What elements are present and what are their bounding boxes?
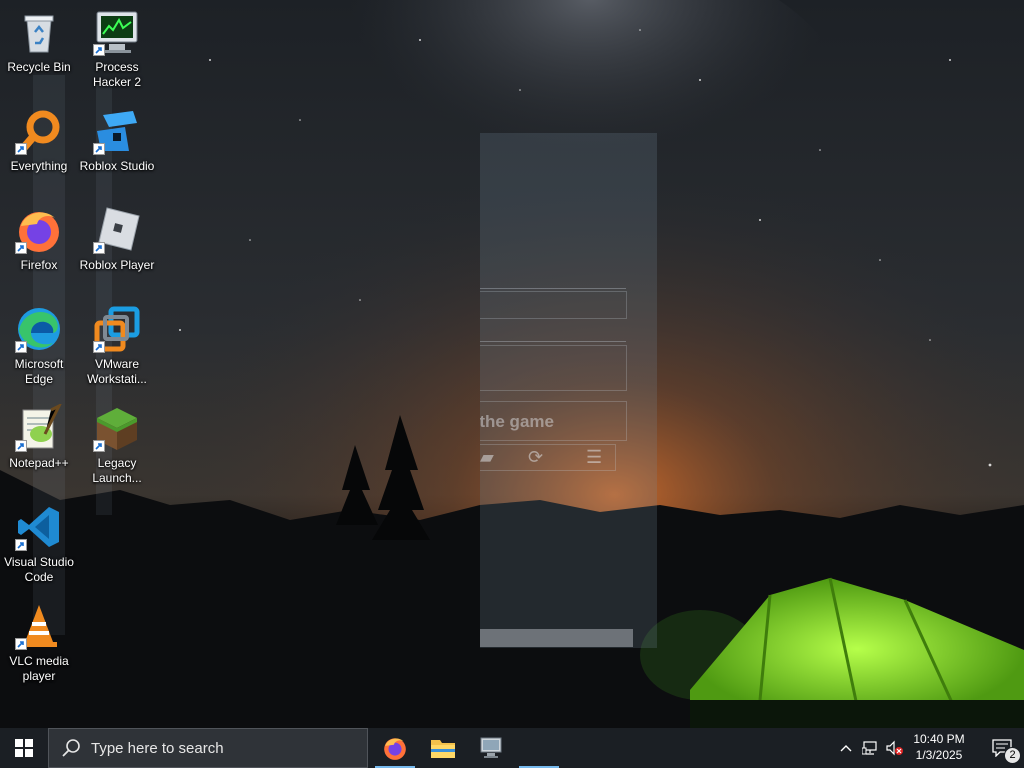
everything-search-icon: [15, 107, 63, 155]
primary-button-label: r the game: [480, 412, 554, 431]
windows-logo-icon: [15, 739, 33, 757]
refresh-icon[interactable]: ⟳: [528, 447, 543, 468]
desktop-icon-label: Roblox Player: [79, 258, 155, 272]
progress-bar: [480, 629, 633, 647]
desktop-icon-label: Visual Studio Code: [4, 555, 74, 584]
firefox-icon: [15, 206, 63, 254]
folder-icon[interactable]: ▰: [480, 447, 494, 468]
vlc-icon: [15, 602, 63, 650]
roblox-player-icon: [93, 206, 141, 254]
menu-icon[interactable]: ☰: [586, 447, 602, 468]
desktop-icon-vlc[interactable]: VLC media player: [0, 596, 79, 690]
input-field[interactable]: [480, 345, 627, 391]
desktop-icon-vscode[interactable]: Visual Studio Code: [0, 497, 79, 591]
search-input[interactable]: [89, 738, 353, 758]
divider: [480, 288, 626, 289]
volume-tray-button[interactable]: [884, 728, 906, 768]
taskbar: 10:40 PM 1/3/2025 2: [0, 728, 1024, 768]
search-icon: [62, 739, 80, 757]
taskbar-app-firefox[interactable]: [371, 728, 419, 768]
desktop-icon-label: Microsoft Edge: [14, 357, 64, 386]
desktop-icon-process-hacker[interactable]: Process Hacker 2: [77, 2, 157, 96]
show-hidden-icons-button[interactable]: [836, 728, 856, 768]
notepadpp-icon: [15, 404, 63, 452]
network-tray-button[interactable]: [860, 728, 882, 768]
shortcut-arrow-icon: [15, 341, 27, 353]
folder-icon: [431, 740, 455, 758]
desktop-icon-label: Process Hacker 2: [92, 60, 142, 89]
shortcut-arrow-icon: [93, 440, 105, 452]
desktop-icon-vmware[interactable]: VMware Workstati...: [77, 299, 157, 393]
process-hacker-icon: [93, 8, 141, 56]
desktop-icon-label: Firefox: [20, 258, 58, 272]
desktop-icon-label: Recycle Bin: [7, 60, 71, 74]
network-icon: [862, 741, 877, 755]
start-button[interactable]: [0, 728, 48, 768]
desktop-icon-label: Legacy Launch...: [92, 456, 142, 485]
shortcut-arrow-icon: [15, 638, 27, 650]
desktop-icon-microsoft-edge[interactable]: Microsoft Edge: [0, 299, 79, 393]
translucent-app-window[interactable]: r the game ▰ ⟳ ☰: [480, 133, 657, 648]
roblox-studio-icon: [93, 107, 141, 155]
desktop-icon-roblox-studio[interactable]: Roblox Studio: [77, 101, 157, 195]
shortcut-arrow-icon: [93, 143, 105, 155]
minecraft-grass-block-icon: [93, 404, 141, 452]
shortcut-arrow-icon: [15, 539, 27, 551]
divider: [480, 341, 626, 342]
monitor-app-icon: [480, 737, 502, 758]
desktop-icon-firefox[interactable]: Firefox: [0, 200, 79, 294]
desktop-icon-label: VMware Workstati...: [87, 357, 147, 386]
desktop-icon-notepadpp[interactable]: Notepad++: [0, 398, 79, 492]
edge-icon: [15, 305, 63, 353]
shortcut-arrow-icon: [93, 341, 105, 353]
volume-muted-icon: [886, 740, 903, 756]
taskbar-search-box[interactable]: [48, 728, 368, 768]
shortcut-arrow-icon: [93, 242, 105, 254]
desktop-icon-everything[interactable]: Everything: [0, 101, 79, 195]
desktop-icon-label: VLC media player: [9, 654, 69, 683]
desktop-icon-label: Everything: [10, 159, 68, 173]
shortcut-arrow-icon: [15, 242, 27, 254]
desktop-icon-roblox-player[interactable]: Roblox Player: [77, 200, 157, 294]
notification-count-badge: 2: [1004, 747, 1021, 764]
desktop-icon-recycle-bin[interactable]: Recycle Bin: [0, 2, 79, 96]
desktop-icon-label: Notepad++: [9, 456, 69, 470]
shortcut-arrow-icon: [15, 440, 27, 452]
chevron-up-icon: [840, 745, 852, 752]
desktop-icon-legacy-launcher[interactable]: Legacy Launch...: [77, 398, 157, 492]
toolbar: ▰ ⟳ ☰: [480, 444, 616, 471]
action-center-button[interactable]: 2: [980, 728, 1024, 768]
input-field[interactable]: [480, 291, 627, 319]
shortcut-arrow-icon: [15, 143, 27, 155]
recycle-bin-icon: [15, 8, 63, 56]
taskbar-app-file-explorer[interactable]: [419, 728, 467, 768]
vmware-icon: [93, 305, 141, 353]
desktop-icon-label: Roblox Studio: [79, 159, 155, 173]
taskbar-app-slot[interactable]: [515, 728, 563, 768]
vscode-icon: [15, 503, 63, 551]
taskbar-clock[interactable]: 10:40 PM 1/3/2025: [904, 731, 974, 763]
shortcut-arrow-icon: [93, 44, 105, 56]
clock-time: 10:40 PM: [913, 732, 965, 746]
firefox-icon: [384, 738, 406, 760]
clock-date: 1/3/2025: [915, 748, 963, 762]
taskbar-app-remote[interactable]: [467, 728, 515, 768]
